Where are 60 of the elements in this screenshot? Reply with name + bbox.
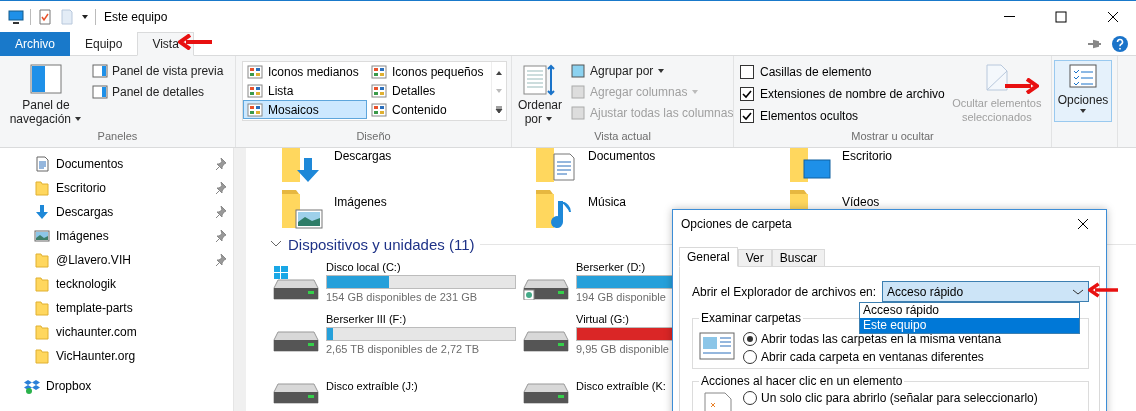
nav-item[interactable]: template-parts [0, 296, 233, 320]
option-checkbox[interactable]: Elementos ocultos [740, 105, 945, 126]
ribbon-tab[interactable]: Vista [137, 32, 194, 56]
file-tab[interactable]: Archivo [0, 32, 70, 56]
group-label: Mostrar u ocultar [850, 129, 935, 144]
free-space-text: 154 GB disponibles de 231 GB [326, 291, 478, 303]
folder-tile[interactable]: Descargas [270, 148, 524, 184]
folder-tile[interactable]: Documentos [524, 148, 778, 184]
drive-name: Berserker (D:) [576, 261, 646, 273]
group-label: Diseño [355, 129, 392, 144]
drive-name: Virtual (G:) [576, 313, 629, 325]
radio-option[interactable]: Un solo clic para abrirlo (señalar para seleccionarlo) [743, 391, 1038, 405]
group-label: Vista actual [593, 129, 652, 144]
nav-item[interactable]: Escritorio [0, 176, 233, 200]
free-space-text: 2,65 TB disponibles de 2,72 TB [326, 343, 480, 355]
dialog-tab[interactable]: Ver [737, 249, 772, 267]
drive-name: Disco extraíble (J:) [326, 380, 418, 392]
view-command-button[interactable]: Agrupar por [568, 61, 733, 80]
pane-button[interactable]: Panel de vista previa [90, 61, 226, 80]
open-in-dropdown[interactable]: Acceso rápido [882, 281, 1089, 302]
free-space-text: 9,95 GB disponible [576, 343, 669, 355]
layout-option[interactable]: Iconos pequeños [367, 62, 491, 81]
dialog-tab[interactable]: Buscar [771, 249, 826, 267]
field-label: Abrir el Explorador de archivos en: [692, 284, 877, 299]
group-title: Examinar carpetas [699, 311, 804, 325]
nav-item[interactable]: Documentos [0, 152, 233, 176]
nav-item[interactable]: @Llavero.VIH [0, 248, 233, 272]
nav-item[interactable]: vichaunter.com [0, 320, 233, 344]
nav-item[interactable]: Dropbox [0, 374, 233, 398]
window-title: Este equipo [104, 9, 169, 24]
option-checkbox[interactable]: Extensiones de nombre de archivo [740, 83, 945, 104]
drive-name: Berserker III (F:) [326, 313, 407, 325]
nav-item[interactable]: Descargas [0, 200, 233, 224]
drive-name: Disco extraíble (K: [576, 380, 666, 392]
group-title: Acciones al hacer clic en un elemento [699, 374, 905, 388]
navigation-pane-button[interactable]: Panel de navegación [4, 61, 88, 129]
radio-option[interactable]: Abrir cada carpeta en ventanas diferentes [743, 350, 1002, 364]
group-label: Paneles [96, 129, 139, 144]
sort-by-button[interactable]: Ordenar por [516, 61, 562, 129]
dropdown-option[interactable]: Este equipo [860, 318, 1079, 333]
ribbon-tab[interactable]: Equipo [70, 32, 138, 56]
layout-option[interactable]: Iconos medianos [243, 62, 367, 81]
nav-item[interactable]: tecknologik [0, 272, 233, 296]
radio-option[interactable]: Abrir todas las carpetas en la misma ventana [743, 332, 1002, 346]
nav-item[interactable]: Imágenes [0, 224, 233, 248]
free-space-text: 194 GB disponible [576, 291, 666, 303]
dialog-tab[interactable]: General [679, 247, 738, 267]
options-button[interactable]: Opciones [1054, 60, 1112, 122]
pane-button[interactable]: Panel de detalles [90, 82, 226, 101]
drive-name: Disco local (C:) [326, 261, 401, 273]
section-title: Dispositivos y unidades (11) [288, 235, 475, 253]
layout-option[interactable]: Detalles [367, 81, 491, 100]
layout-option[interactable]: Lista [243, 81, 367, 100]
dialog-title: Opciones de carpeta [681, 217, 793, 231]
folder-tile[interactable]: Escritorio [778, 148, 1032, 184]
option-checkbox[interactable]: Casillas de elemento [740, 61, 945, 82]
nav-item[interactable]: VicHaunter.org [0, 344, 233, 368]
folder-tile[interactable]: Imágenes [270, 184, 524, 230]
layout-option[interactable]: Contenido [367, 100, 491, 119]
layout-option[interactable]: Mosaicos [243, 100, 367, 119]
